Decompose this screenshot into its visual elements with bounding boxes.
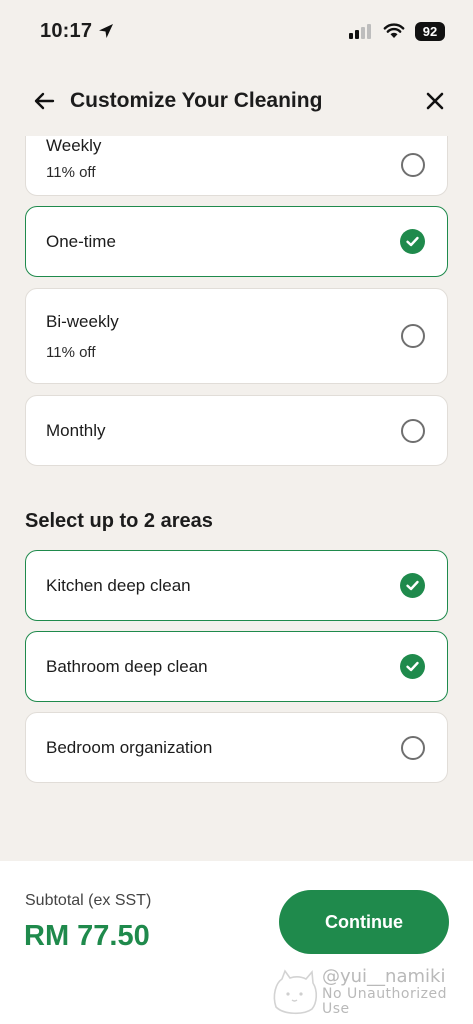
option-text: One-time — [46, 232, 400, 252]
watermark-notice: No Unauthorized Use — [322, 985, 447, 1018]
checkmark-icon — [406, 661, 419, 672]
location-arrow-icon — [99, 24, 114, 38]
option-text: Monthly — [46, 421, 401, 441]
option-discount: 11% off — [46, 163, 96, 181]
battery-indicator: 92 — [415, 21, 445, 41]
option-label: Weekly — [46, 136, 102, 155]
option-text: Bedroom organization — [46, 738, 401, 758]
radio-unchecked-icon[interactable] — [401, 153, 425, 177]
option-discount: 11% off — [46, 343, 96, 361]
option-label: One-time — [46, 231, 116, 251]
page-title: Customize Your Cleaning — [70, 89, 323, 112]
check-circle-icon[interactable] — [400, 229, 425, 254]
cat-watermark-icon — [273, 969, 318, 1015]
battery-level: 92 — [422, 23, 438, 39]
watermark-handle: @yui__namiki — [322, 966, 446, 987]
area-option-bedroom[interactable]: Bedroom organization — [25, 712, 448, 783]
arrow-left-icon — [34, 92, 55, 110]
check-circle-icon[interactable] — [400, 654, 425, 679]
frequency-option-monthly[interactable]: Monthly — [25, 395, 448, 466]
option-label: Kitchen deep clean — [46, 575, 191, 595]
option-text: Kitchen deep clean — [46, 576, 400, 596]
option-text: Bathroom deep clean — [46, 657, 400, 677]
back-button[interactable] — [30, 87, 58, 115]
wifi-icon — [383, 23, 405, 38]
subtotal-label: Subtotal (ex SST) — [25, 892, 152, 909]
cellular-signal-icon — [349, 24, 371, 39]
frequency-option-weekly[interactable]: Weekly 11% off — [25, 136, 448, 196]
area-option-kitchen[interactable]: Kitchen deep clean — [25, 550, 448, 621]
checkmark-icon — [406, 580, 419, 591]
close-button[interactable] — [421, 87, 449, 115]
status-time: 10:17 — [40, 20, 114, 43]
option-label: Bedroom organization — [46, 737, 213, 757]
checkout-footer: Subtotal (ex SST) RM 77.50 Continue @yui… — [0, 861, 473, 1024]
close-icon — [426, 92, 444, 110]
checkmark-icon — [406, 236, 419, 247]
radio-unchecked-icon[interactable] — [401, 735, 425, 760]
status-bar: 10:17 92 — [0, 0, 473, 62]
radio-unchecked-icon[interactable] — [401, 324, 425, 348]
subtotal-value: RM 77.50 — [24, 920, 150, 952]
option-label: Monthly — [46, 420, 106, 440]
radio-unchecked-icon[interactable] — [401, 418, 425, 443]
watermark: @yui__namiki No Unauthorized Use — [322, 967, 473, 1018]
check-circle-icon[interactable] — [400, 573, 425, 598]
option-text: Bi-weekly 11% off — [46, 312, 401, 361]
option-label: Bi-weekly — [46, 311, 119, 331]
continue-button[interactable]: Continue — [279, 890, 449, 954]
options-scroll-area[interactable]: Weekly 11% off One-time Bi-weekly 11% of… — [0, 136, 473, 861]
frequency-option-one-time[interactable]: One-time — [25, 206, 448, 277]
frequency-option-bi-weekly[interactable]: Bi-weekly 11% off — [25, 288, 448, 384]
option-label: Bathroom deep clean — [46, 656, 208, 676]
option-text: Weekly 11% off — [46, 136, 401, 181]
area-option-bathroom[interactable]: Bathroom deep clean — [25, 631, 448, 702]
page-header: Customize Your Cleaning — [0, 66, 473, 136]
status-time-text: 10:17 — [40, 19, 93, 42]
areas-section-title: Select up to 2 areas — [25, 510, 213, 532]
status-indicators: 92 — [349, 21, 445, 41]
